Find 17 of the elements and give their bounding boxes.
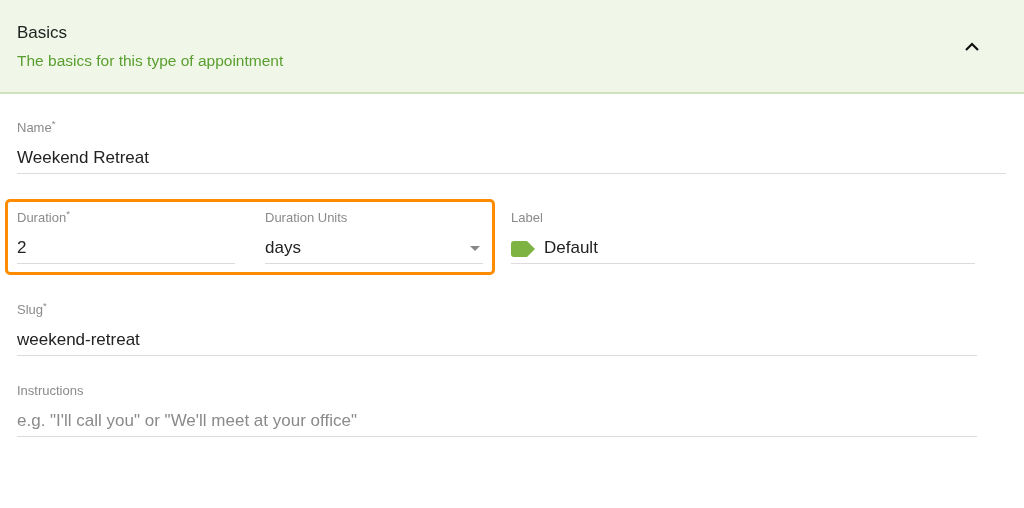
input-field[interactable]: 2 [17,234,235,263]
field-label: Duration$^{*}$ [17,210,71,226]
field-label: Label [511,210,544,226]
select-field[interactable]: days [265,234,470,263]
input-field[interactable]: Default [544,234,975,263]
dropdown-caret-icon [470,246,480,251]
field-label: Slug$^{*}$ [17,302,48,318]
chevron-icon [965,41,979,51]
field-label: Name$^{*}$ [17,120,57,136]
field-label: Duration Units [265,210,349,226]
input-field[interactable]: weekend-retreat [17,326,977,355]
field-label: Instructions [17,383,85,399]
section-subtitle: The basics for this type of appointment [17,50,285,71]
input-field[interactable]: Weekend Retreat [17,144,1006,173]
section-title: Basics [17,21,69,44]
tag-icon [511,240,535,257]
input-field[interactable]: e.g. "I'll call you" or "We'll meet at your office" [17,407,977,436]
